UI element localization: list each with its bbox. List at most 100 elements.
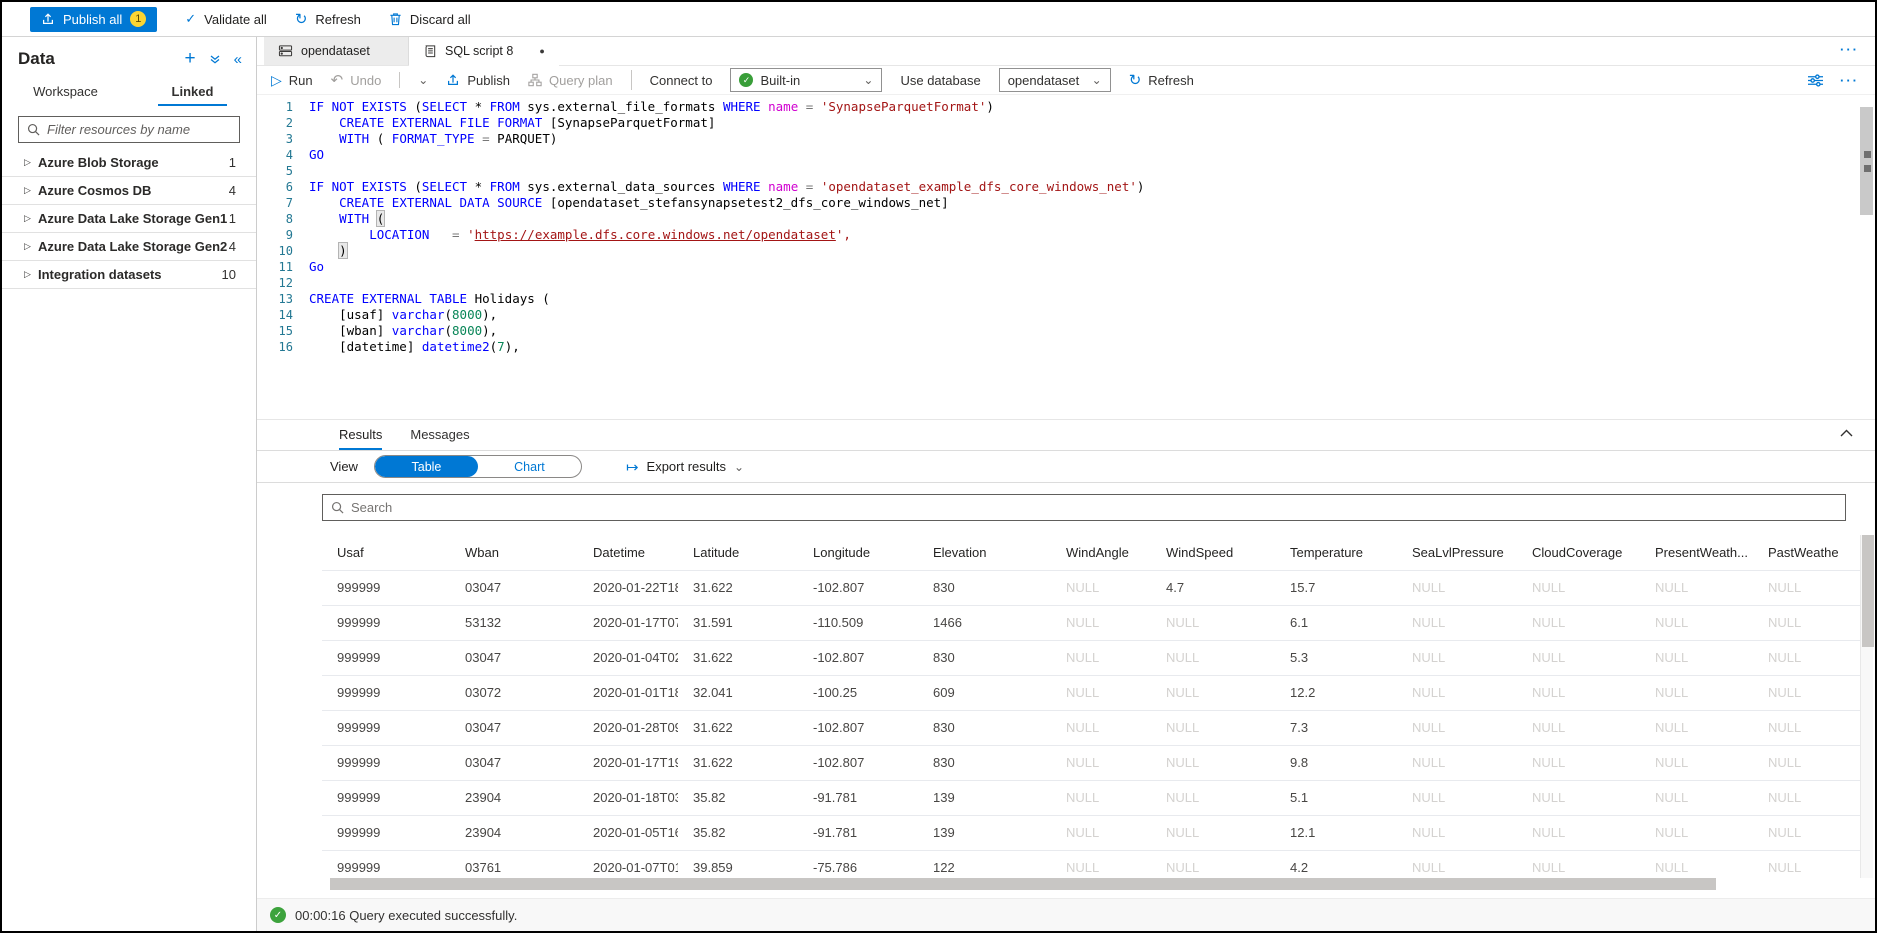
refresh-button[interactable]: ↻ Refresh xyxy=(295,10,361,28)
table-row[interactable]: 999999030472020-01-28T09:...31.622-102.8… xyxy=(322,710,1860,745)
chevron-right-icon[interactable]: ▷ xyxy=(24,185,38,196)
validate-all-button[interactable]: ✓ Validate all xyxy=(185,11,267,27)
tree-item-azure-data-lake-storage-gen2[interactable]: ▷Azure Data Lake Storage Gen24 xyxy=(2,233,256,261)
view-toggle: Table Chart xyxy=(374,455,582,478)
chevron-right-icon[interactable]: ▷ xyxy=(24,157,38,168)
column-header[interactable]: Latitude xyxy=(678,535,798,570)
editor-vertical-scrollbar[interactable] xyxy=(1860,107,1873,215)
publish-all-button[interactable]: Publish all 1 xyxy=(30,7,157,32)
column-header[interactable]: WindAngle xyxy=(1051,535,1151,570)
refresh-database-button[interactable]: ↻ Refresh xyxy=(1129,71,1194,89)
results-vertical-scrollbar[interactable] xyxy=(1860,535,1873,878)
column-header[interactable]: Wban xyxy=(450,535,578,570)
tab-opendataset[interactable]: opendataset xyxy=(264,37,409,65)
table-cell: 830 xyxy=(918,571,1051,605)
column-header[interactable]: PresentWeath... xyxy=(1640,535,1753,570)
table-row[interactable]: 999999030472020-01-22T18:...31.622-102.8… xyxy=(322,570,1860,605)
table-row[interactable]: 999999037612020-01-07T01:...39.859-75.78… xyxy=(322,850,1860,878)
tree-item-count: 1 xyxy=(229,155,236,170)
connect-to-dropdown[interactable]: ✓ Built-in ⌄ xyxy=(730,68,882,92)
code-line: 12 xyxy=(257,275,1875,291)
column-header[interactable]: Elevation xyxy=(918,535,1051,570)
database-icon xyxy=(278,44,293,58)
tabbar-more-button[interactable]: ··· xyxy=(1840,42,1859,57)
column-header[interactable]: Datetime xyxy=(578,535,678,570)
table-cell: NULL xyxy=(1517,711,1640,745)
collapse-sidebar-icon[interactable]: « xyxy=(234,51,242,68)
table-row[interactable]: 999999030472020-01-17T19:...31.622-102.8… xyxy=(322,745,1860,780)
data-sidebar: Data + « Workspace Linked ▷Azure xyxy=(2,37,257,931)
column-header[interactable]: Usaf xyxy=(322,535,450,570)
table-cell: 999999 xyxy=(322,571,450,605)
query-plan-button[interactable]: Query plan xyxy=(528,73,613,88)
tab-results[interactable]: Results xyxy=(339,420,382,450)
toolbar-more-button[interactable]: ··· xyxy=(1840,73,1859,88)
table-cell: NULL xyxy=(1051,676,1151,710)
table-cell: NULL xyxy=(1051,606,1151,640)
code-line: 5 xyxy=(257,163,1875,179)
column-header[interactable]: Longitude xyxy=(798,535,918,570)
publish-button[interactable]: Publish xyxy=(446,73,510,88)
chevron-right-icon[interactable]: ▷ xyxy=(24,241,38,252)
collapse-all-icon[interactable] xyxy=(209,53,221,65)
filter-resources-input[interactable] xyxy=(47,122,231,137)
run-button[interactable]: ▷ Run xyxy=(271,72,313,89)
table-cell: 7.3 xyxy=(1275,711,1397,745)
table-row[interactable]: 999999030722020-01-01T18:...32.041-100.2… xyxy=(322,675,1860,710)
resource-tree: ▷Azure Blob Storage1▷Azure Cosmos DB4▷Az… xyxy=(2,149,256,289)
column-header[interactable]: WindSpeed xyxy=(1151,535,1275,570)
table-cell: 12.1 xyxy=(1275,816,1397,850)
column-header[interactable]: CloudCoverage xyxy=(1517,535,1640,570)
results-search-input[interactable] xyxy=(351,500,1837,515)
tab-messages[interactable]: Messages xyxy=(410,420,469,450)
view-option-chart[interactable]: Chart xyxy=(478,456,581,477)
table-cell: 2020-01-07T01:... xyxy=(578,851,678,878)
line-number: 14 xyxy=(257,307,293,323)
scrollbar-thumb[interactable] xyxy=(330,878,1716,890)
results-view-row: View Table Chart ↦ Export results ⌄ xyxy=(257,451,1875,483)
table-row[interactable]: 999999239042020-01-18T03:...35.82-91.781… xyxy=(322,780,1860,815)
add-resource-button[interactable]: + xyxy=(185,52,196,66)
table-cell: NULL xyxy=(1753,606,1860,640)
tree-item-azure-cosmos-db[interactable]: ▷Azure Cosmos DB4 xyxy=(2,177,256,205)
table-cell: 31.622 xyxy=(678,641,798,675)
column-header[interactable]: SeaLvlPressure xyxy=(1397,535,1517,570)
table-cell: 999999 xyxy=(322,851,450,878)
undo-redo-menu-button[interactable]: ⌄ xyxy=(418,73,428,87)
undo-button[interactable]: ↶ Undo xyxy=(331,71,382,89)
tree-item-integration-datasets[interactable]: ▷Integration datasets10 xyxy=(2,261,256,289)
table-cell: NULL xyxy=(1397,571,1517,605)
synapse-studio-window: Publish all 1 ✓ Validate all ↻ Refresh D… xyxy=(0,0,1877,933)
editor-settings-icon[interactable] xyxy=(1807,73,1824,88)
chevron-right-icon[interactable]: ▷ xyxy=(24,269,38,280)
tree-item-azure-blob-storage[interactable]: ▷Azure Blob Storage1 xyxy=(2,149,256,177)
scrollbar-thumb[interactable] xyxy=(1862,535,1874,647)
table-cell: NULL xyxy=(1397,746,1517,780)
column-header[interactable]: PastWeathe xyxy=(1753,535,1860,570)
view-option-table[interactable]: Table xyxy=(375,456,478,477)
chevron-right-icon[interactable]: ▷ xyxy=(24,213,38,224)
column-header[interactable]: Temperature xyxy=(1275,535,1397,570)
collapse-results-icon[interactable] xyxy=(1840,429,1853,437)
code-line: 2 CREATE EXTERNAL FILE FORMAT [SynapsePa… xyxy=(257,115,1875,131)
table-cell: 2020-01-05T16:... xyxy=(578,816,678,850)
tree-item-azure-data-lake-storage-gen1[interactable]: ▷Azure Data Lake Storage Gen11 xyxy=(2,205,256,233)
results-horizontal-scrollbar[interactable] xyxy=(322,878,1846,890)
table-cell: 999999 xyxy=(322,746,450,780)
tab-workspace[interactable]: Workspace xyxy=(2,77,129,107)
discard-all-button[interactable]: Discard all xyxy=(389,12,471,27)
table-cell: 31.622 xyxy=(678,711,798,745)
table-row[interactable]: 999999239042020-01-05T16:...35.82-91.781… xyxy=(322,815,1860,850)
export-results-button[interactable]: ↦ Export results ⌄ xyxy=(626,458,744,476)
table-row[interactable]: 999999531322020-01-17T07:...31.591-110.5… xyxy=(322,605,1860,640)
sql-code-editor[interactable]: 1IF NOT EXISTS (SELECT * FROM sys.extern… xyxy=(257,95,1875,419)
table-row[interactable]: 999999030472020-01-04T02:...31.622-102.8… xyxy=(322,640,1860,675)
table-cell: NULL xyxy=(1640,746,1753,780)
tab-sql-script-8[interactable]: SQL script 8 ● xyxy=(409,37,559,66)
table-cell: NULL xyxy=(1151,676,1275,710)
script-icon xyxy=(423,44,437,59)
use-database-dropdown[interactable]: opendataset ⌄ xyxy=(999,68,1111,92)
line-number: 4 xyxy=(257,147,293,163)
table-cell: NULL xyxy=(1151,816,1275,850)
tab-linked[interactable]: Linked xyxy=(129,77,256,107)
